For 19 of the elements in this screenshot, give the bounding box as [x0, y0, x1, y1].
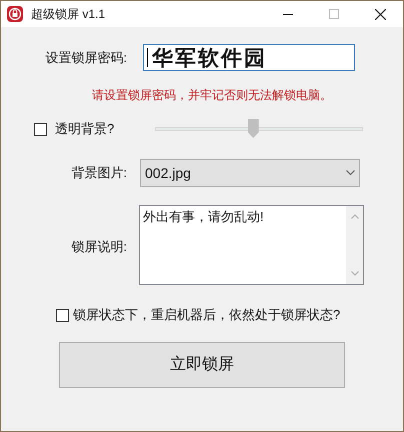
- field-label: 设置锁屏密码:: [44, 48, 127, 67]
- checkbox[interactable]: [56, 308, 69, 322]
- checkbox-label: 透明背景?: [55, 120, 116, 138]
- checkbox-label: 锁屏状态下，重启机器后，依然处于锁屏状态?: [73, 306, 340, 324]
- image-dropdown[interactable]: 002.jpg: [140, 159, 360, 187]
- warning-text: 请设置锁屏密码，并牢记否则无法解锁电脑。: [92, 87, 332, 104]
- window-title: 超级锁屏 v1.1: [31, 6, 106, 23]
- scrollbar[interactable]: [346, 206, 363, 284]
- checkbox[interactable]: [34, 122, 47, 136]
- maximize-icon: [329, 9, 339, 19]
- lock-button[interactable]: 立即锁屏: [59, 342, 345, 388]
- field-label: 锁屏说明:: [70, 238, 127, 256]
- close-icon: [374, 8, 386, 20]
- padlock-icon: [7, 6, 23, 22]
- chevron-down-icon: [346, 170, 355, 176]
- chevron-down-icon[interactable]: [350, 271, 358, 276]
- slider-thumb[interactable]: [248, 119, 259, 138]
- field-label: 背景图片:: [70, 164, 127, 182]
- chevron-up-icon[interactable]: [350, 214, 358, 219]
